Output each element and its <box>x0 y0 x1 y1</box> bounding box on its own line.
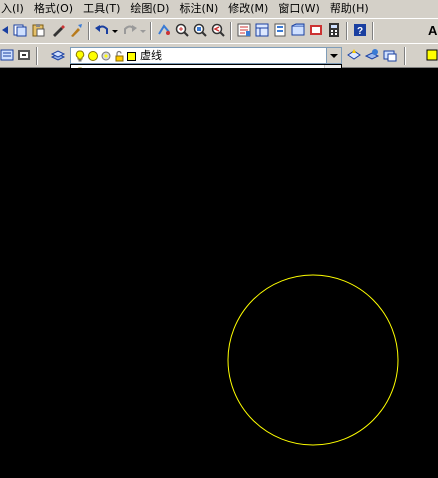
menu-modify[interactable]: 修改(M) <box>224 0 274 18</box>
menu-bar: 入(I) 格式(O) 工具(T) 绘图(D) 标注(N) 修改(M) 窗口(W)… <box>0 0 438 18</box>
calculator-icon[interactable] <box>326 22 342 38</box>
help-icon[interactable]: ? <box>352 22 368 38</box>
toolbar-separator <box>150 22 152 40</box>
text-style-icon[interactable]: A <box>426 22 438 38</box>
toolbar-separator <box>372 22 374 40</box>
layer-previous-icon[interactable] <box>0 47 16 63</box>
undo-dropdown-icon[interactable] <box>110 22 120 38</box>
dropdown-arrow-button[interactable] <box>326 48 341 63</box>
toolbar-separator <box>88 22 90 40</box>
zoom-window-icon[interactable] <box>192 22 208 38</box>
undo-icon[interactable] <box>94 22 110 38</box>
viewport-freeze-icon[interactable] <box>100 50 112 62</box>
sheet-set-icon[interactable] <box>290 22 306 38</box>
lock-open-icon[interactable] <box>113 50 125 62</box>
current-layer-name: 虚线 <box>140 49 162 62</box>
markup-icon[interactable] <box>308 22 324 38</box>
layer-walk-icon[interactable] <box>364 47 380 63</box>
match-properties-icon[interactable] <box>68 22 84 38</box>
toolbar-separator <box>36 47 38 65</box>
pencil-icon[interactable] <box>50 22 66 38</box>
paste-icon[interactable] <box>30 22 46 38</box>
current-layer-display: 虚线 <box>74 49 163 63</box>
pan-realtime-icon[interactable] <box>156 22 172 38</box>
layer-isolate-icon[interactable] <box>382 47 398 63</box>
redo-dropdown-icon[interactable] <box>138 22 148 38</box>
menu-insert[interactable]: 入(I) <box>0 0 30 18</box>
zoom-realtime-icon[interactable] <box>174 22 190 38</box>
layer-properties-manager-icon[interactable] <box>50 47 66 63</box>
menu-window[interactable]: 窗口(W) <box>274 0 325 18</box>
copy-icon[interactable] <box>12 22 28 38</box>
menu-help[interactable]: 帮助(H) <box>326 0 375 18</box>
svg-text:?: ? <box>357 26 363 37</box>
layer-state-icon[interactable] <box>346 47 362 63</box>
color-control-icon[interactable] <box>424 47 438 63</box>
model-space <box>227 274 399 446</box>
zoom-previous-icon[interactable] <box>210 22 226 38</box>
layer-control-dropdown[interactable]: 虚线 <box>70 47 342 64</box>
redo-icon[interactable] <box>122 22 138 38</box>
bulb-on-icon[interactable] <box>74 50 86 62</box>
menu-draw[interactable]: 绘图(D) <box>126 0 175 18</box>
layer-color-swatch[interactable] <box>127 51 136 61</box>
sun-thawed-icon[interactable] <box>87 50 99 62</box>
toolbar-separator <box>404 47 406 65</box>
drawing-canvas[interactable] <box>0 68 438 475</box>
standard-toolbar: ? A <box>0 18 438 43</box>
chevron-down-icon <box>330 53 338 58</box>
design-center-icon[interactable] <box>254 22 270 38</box>
circle-entity[interactable] <box>227 274 399 446</box>
make-object-layer-current-icon[interactable] <box>16 47 32 63</box>
menu-tools[interactable]: 工具(T) <box>79 0 126 18</box>
svg-text:A: A <box>428 23 438 38</box>
properties-icon[interactable] <box>236 22 252 38</box>
toolbar-separator <box>230 22 232 40</box>
tool-palettes-icon[interactable] <box>272 22 288 38</box>
menu-dimension[interactable]: 标注(N) <box>175 0 224 18</box>
toolbar-separator <box>346 22 348 40</box>
menu-format[interactable]: 格式(O) <box>30 0 79 18</box>
